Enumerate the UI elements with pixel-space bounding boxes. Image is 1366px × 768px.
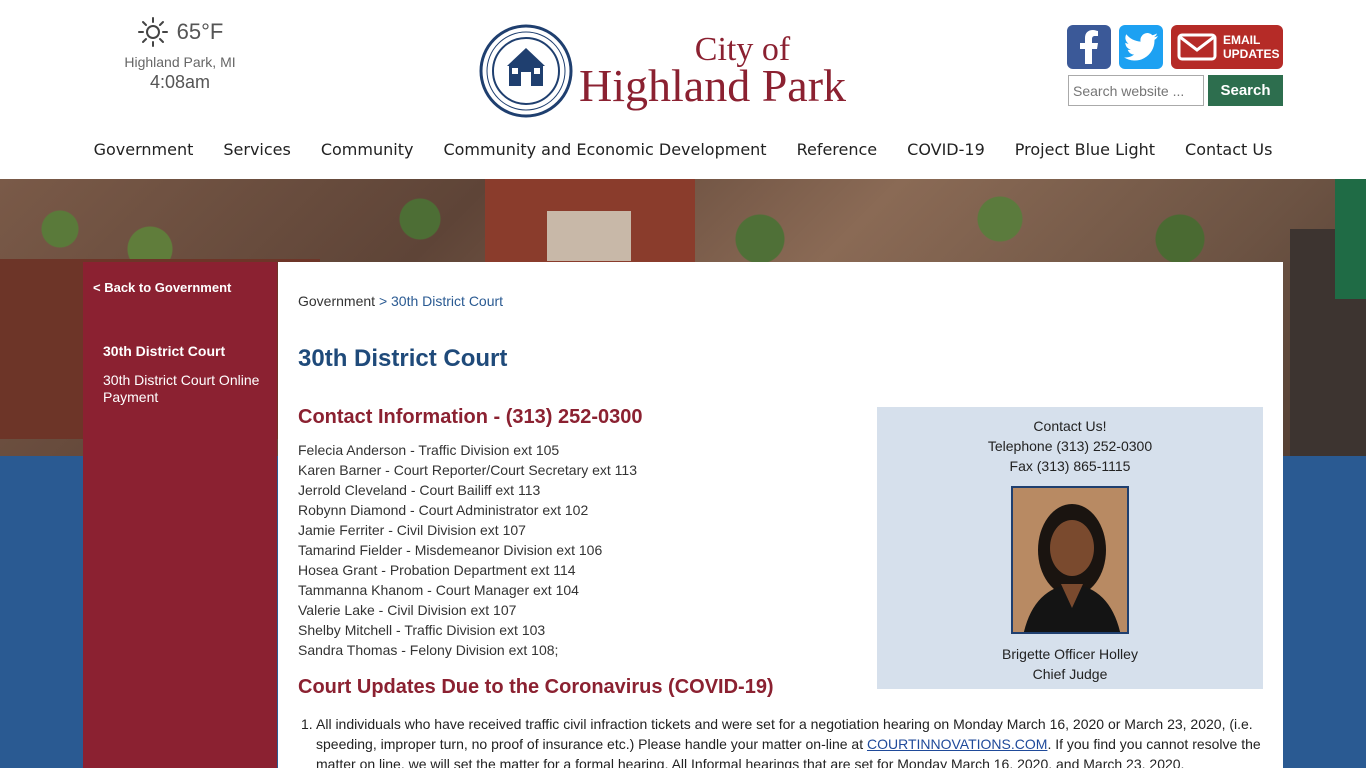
nav-covid-19[interactable]: COVID-19 xyxy=(892,140,1000,159)
nav-community-economic-development[interactable]: Community and Economic Development xyxy=(428,140,781,159)
search-input[interactable] xyxy=(1068,75,1204,106)
list-item-number: 1. xyxy=(301,716,313,732)
list-item: Karen Barner - Court Reporter/Court Secr… xyxy=(298,462,638,478)
breadcrumb: Government > 30th District Court xyxy=(298,293,503,309)
staff-contact-list: Felecia Anderson - Traffic Division ext … xyxy=(298,440,637,660)
nav-reference[interactable]: Reference xyxy=(782,140,893,159)
section-sidebar: < Back to Government 30th District Court… xyxy=(83,262,277,768)
search-button[interactable]: Search xyxy=(1208,75,1283,106)
weather-widget: 65°F Highland Park, MI 4:08am xyxy=(120,16,240,93)
list-item: Felecia Anderson - Traffic Division ext … xyxy=(298,442,560,458)
judge-portrait-image xyxy=(1013,488,1127,632)
weather-time: 4:08am xyxy=(149,72,211,92)
weather-location: Highland Park, MI xyxy=(124,54,236,70)
chief-judge-photo xyxy=(1011,486,1129,634)
city-seal-icon xyxy=(479,24,573,118)
main-nav: Government Services Community Community … xyxy=(0,140,1366,159)
list-item: Tammanna Khanom - Court Manager ext 104 xyxy=(298,582,579,598)
twitter-icon xyxy=(1124,33,1158,61)
social-links: EMAIL UPDATES xyxy=(1067,25,1283,69)
nav-services[interactable]: Services xyxy=(208,140,305,159)
nav-government[interactable]: Government xyxy=(79,140,209,159)
list-item: Valerie Lake - Civil Division ext 107 xyxy=(298,602,517,618)
site-header: 65°F Highland Park, MI 4:08am City of Hi… xyxy=(0,0,1366,179)
main-content: Government > 30th District Court 30th Di… xyxy=(278,262,1283,768)
contact-information-heading: Contact Information - (313) 252-0300 xyxy=(298,406,643,428)
facebook-button[interactable] xyxy=(1067,25,1111,69)
banner-mural xyxy=(547,211,631,261)
list-item: Shelby Mitchell - Traffic Division ext 1… xyxy=(298,622,546,638)
contact-box-fax: Fax (313) 865-1115 xyxy=(1009,458,1131,474)
sun-icon xyxy=(137,17,168,47)
breadcrumb-government-link[interactable]: Government xyxy=(298,293,375,309)
contact-box-title: Contact Us! xyxy=(1033,418,1107,434)
list-item: Jerrold Cleveland - Court Bailiff ext 11… xyxy=(298,482,541,498)
temperature: 65°F xyxy=(176,19,224,44)
list-item: Robynn Diamond - Court Administrator ext… xyxy=(298,502,589,518)
nav-community[interactable]: Community xyxy=(306,140,429,159)
list-item: Tamarind Fielder - Misdemeanor Division … xyxy=(298,542,603,558)
email-updates-line2: UPDATES xyxy=(1223,47,1280,61)
list-item: All individuals who have received traffi… xyxy=(298,714,1266,768)
list-item: Hosea Grant - Probation Department ext 1… xyxy=(298,562,576,578)
courtinnovations-link[interactable]: COURTINNOVATIONS.COM xyxy=(867,736,1047,752)
facebook-icon xyxy=(1080,30,1098,64)
contact-us-box: Contact Us! Telephone (313) 252-0300 Fax… xyxy=(877,407,1263,689)
site-logo[interactable]: City of Highland Park xyxy=(479,24,846,118)
nav-project-blue-light[interactable]: Project Blue Light xyxy=(1000,140,1170,159)
envelope-icon xyxy=(1177,33,1217,61)
email-updates-line1: EMAIL xyxy=(1223,33,1261,47)
covid-updates-list: 1. All individuals who have received tra… xyxy=(298,714,1266,768)
search-form: Search xyxy=(1068,75,1283,106)
logo-city-name: Highland Park xyxy=(579,60,847,111)
chief-judge-name: Brigette Officer Holley xyxy=(1002,646,1138,662)
breadcrumb-current[interactable]: 30th District Court xyxy=(391,293,503,309)
list-item: Sandra Thomas - Felony Division ext 108; xyxy=(298,642,559,658)
sidebar-item-30th-district-court[interactable]: 30th District Court xyxy=(103,343,225,359)
page-title: 30th District Court xyxy=(298,345,508,372)
back-to-government-link[interactable]: < Back to Government xyxy=(93,280,231,295)
list-item: Jamie Ferriter - Civil Division ext 107 xyxy=(298,522,526,538)
covid-updates-heading: Court Updates Due to the Coronavirus (CO… xyxy=(298,676,774,698)
chief-judge-title: Chief Judge xyxy=(1032,666,1108,682)
twitter-button[interactable] xyxy=(1119,25,1163,69)
contact-box-telephone: Telephone (313) 252-0300 xyxy=(987,438,1153,454)
email-updates-button[interactable]: EMAIL UPDATES xyxy=(1171,25,1283,69)
nav-contact-us[interactable]: Contact Us xyxy=(1170,140,1287,159)
banner-sign xyxy=(1335,179,1366,299)
breadcrumb-separator: > xyxy=(378,293,388,309)
sidebar-item-online-payment[interactable]: 30th District Court Online Payment xyxy=(103,372,263,406)
